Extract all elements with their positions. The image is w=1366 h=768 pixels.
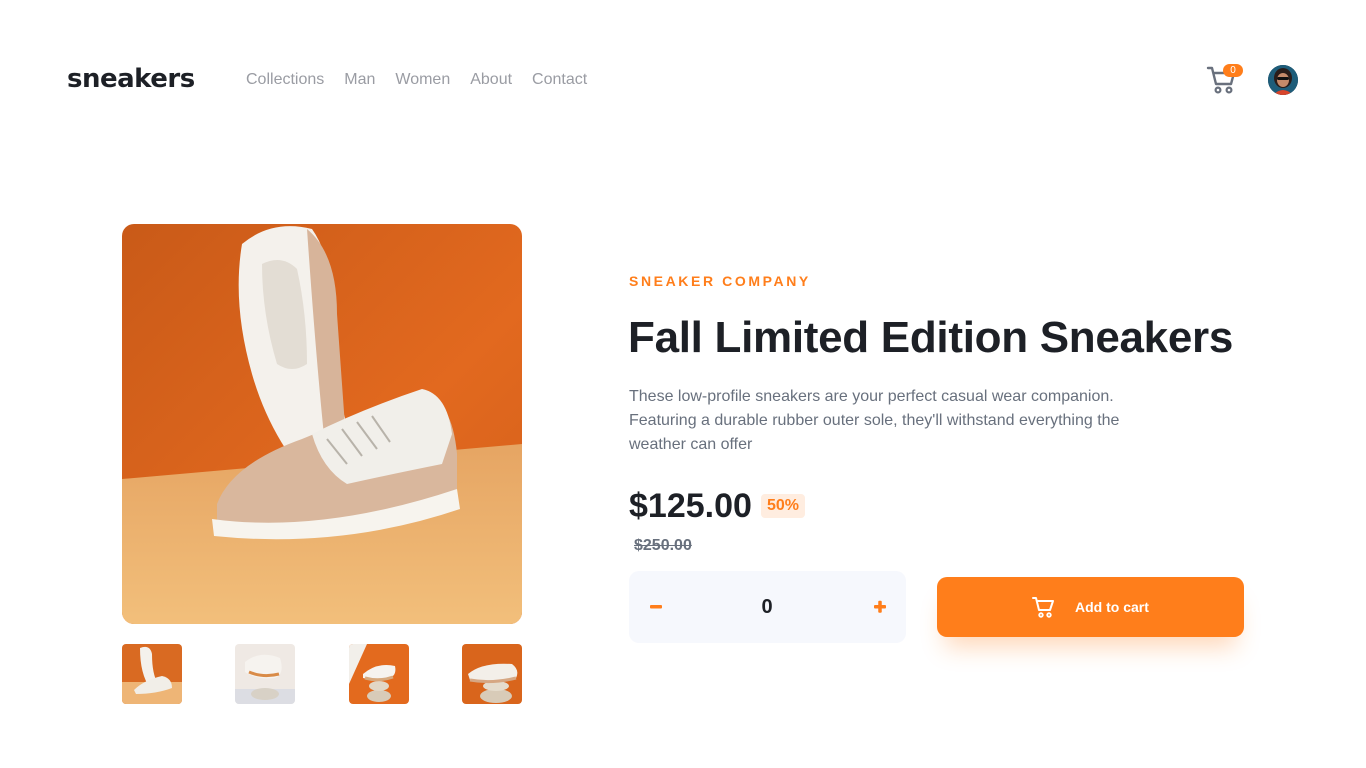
logo[interactable]: sneakers bbox=[67, 62, 195, 96]
thumbnail-1[interactable] bbox=[122, 644, 182, 704]
nav-item-women[interactable]: Women bbox=[395, 70, 450, 90]
product-title: Fall Limited Edition Sneakers bbox=[628, 313, 1234, 362]
avatar-image bbox=[1268, 65, 1298, 95]
thumbnail-image bbox=[122, 644, 182, 704]
cart-button[interactable]: 0 bbox=[1206, 62, 1243, 96]
decrease-quantity-button[interactable] bbox=[645, 595, 667, 619]
original-price: $250.00 bbox=[634, 537, 692, 554]
nav-item-man[interactable]: Man bbox=[344, 70, 375, 90]
product-description: These low-profile sneakers are your perf… bbox=[629, 388, 1120, 453]
discount-badge: 50% bbox=[761, 494, 805, 518]
increase-quantity-button[interactable] bbox=[869, 595, 891, 619]
thumbnail-4[interactable] bbox=[462, 644, 522, 704]
user-avatar[interactable] bbox=[1268, 65, 1298, 95]
quantity-stepper: 0 bbox=[629, 571, 906, 643]
nav-item-collections[interactable]: Collections bbox=[246, 70, 324, 90]
thumbnail-image bbox=[462, 644, 522, 704]
nav-item-about[interactable]: About bbox=[470, 70, 512, 90]
company-label: SNEAKER COMPANY bbox=[629, 273, 811, 289]
sneaker-photo bbox=[122, 224, 522, 624]
thumbnail-3[interactable] bbox=[349, 644, 409, 704]
quantity-value: 0 bbox=[761, 596, 773, 618]
thumbnail-image bbox=[349, 644, 409, 704]
add-to-cart-label: Add to cart bbox=[1075, 599, 1149, 615]
cart-icon bbox=[1032, 597, 1054, 618]
plus-icon bbox=[874, 600, 886, 613]
thumbnail-image bbox=[235, 644, 295, 704]
cart-count-badge: 0 bbox=[1223, 64, 1243, 77]
current-price: $125.00 bbox=[629, 487, 752, 525]
add-to-cart-button[interactable]: Add to cart bbox=[937, 577, 1244, 637]
thumbnail-2[interactable] bbox=[235, 644, 295, 704]
minus-icon bbox=[650, 605, 662, 609]
main-product-image[interactable] bbox=[122, 224, 522, 624]
nav-item-contact[interactable]: Contact bbox=[532, 70, 587, 90]
main-nav: Collections Man Women About Contact bbox=[246, 70, 587, 90]
site-header: sneakers Collections Man Women About Con… bbox=[0, 0, 1366, 160]
